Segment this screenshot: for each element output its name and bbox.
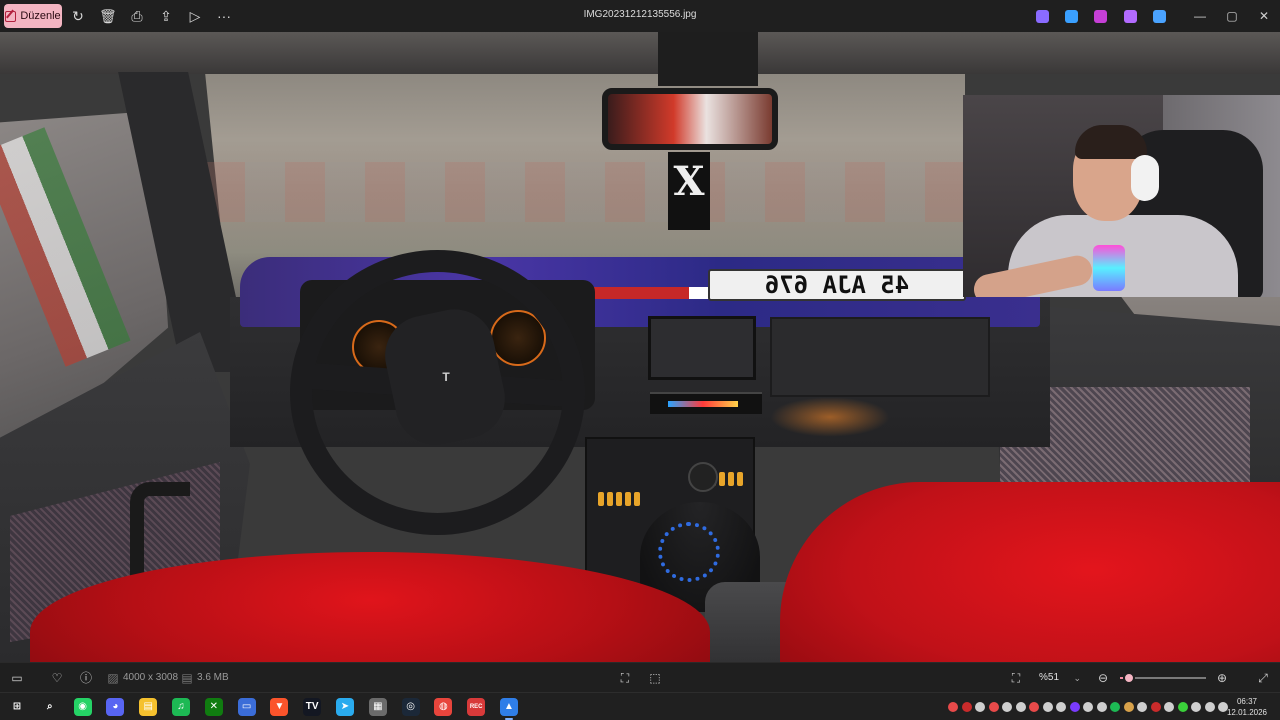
tray-icon[interactable] bbox=[975, 702, 985, 712]
steam-icon[interactable]: ◎ bbox=[401, 698, 420, 716]
print-icon[interactable]: ⎙ bbox=[129, 8, 145, 24]
glovebox bbox=[770, 317, 990, 397]
footwell-light bbox=[770, 397, 890, 437]
whatsapp-icon[interactable]: ◉ bbox=[73, 698, 92, 716]
file-size: 3.6 MB bbox=[197, 672, 229, 683]
tray-icon[interactable] bbox=[1123, 702, 1134, 712]
clock-time: 06:37 bbox=[1236, 697, 1258, 706]
paint-icon[interactable] bbox=[1124, 10, 1137, 23]
discord-icon[interactable]: ◕ bbox=[106, 698, 125, 716]
tray-icon[interactable] bbox=[1204, 702, 1215, 712]
window-title: IMG20231212135556.jpg bbox=[583, 9, 697, 20]
brave-icon[interactable]: ▼ bbox=[270, 698, 289, 716]
zoom-in-icon[interactable]: ⊕ bbox=[1215, 671, 1229, 685]
monitor-icon[interactable]: ▭ bbox=[237, 698, 256, 716]
copilot-icon[interactable] bbox=[1036, 10, 1049, 23]
photos-icon[interactable]: ▲ bbox=[500, 698, 518, 716]
select-icon[interactable]: ⬚ bbox=[648, 671, 662, 685]
tray-icon[interactable] bbox=[1137, 702, 1147, 712]
air-freshener: X bbox=[668, 152, 710, 230]
tray-icon[interactable] bbox=[1083, 702, 1093, 712]
rotate-icon[interactable]: ↻ bbox=[70, 8, 86, 24]
taskbar: ⊞ ⌕ ◉ ◕ ▤ ♫ ✕ ▭ ▼ TV ➤ ▦ ◎ ◍ REC ▲ 06:37 12.01.2026 bbox=[0, 692, 1280, 720]
roof-liner bbox=[0, 32, 1280, 74]
clipchamp-icon[interactable] bbox=[1094, 10, 1107, 23]
search-icon[interactable]: ⌕ bbox=[40, 698, 59, 716]
spotify-icon[interactable]: ♫ bbox=[172, 698, 190, 716]
tray-icon[interactable] bbox=[1042, 702, 1053, 712]
zoom-dropdown[interactable]: %51 ⌄ bbox=[1033, 668, 1087, 688]
zoom-slider-thumb[interactable] bbox=[1122, 672, 1135, 684]
gear-knob bbox=[688, 462, 718, 492]
tray-icon[interactable] bbox=[1029, 702, 1039, 712]
filmstrip-icon[interactable]: ▭ bbox=[10, 671, 24, 685]
tray-icon[interactable] bbox=[1056, 702, 1066, 712]
tray-icon[interactable] bbox=[1110, 702, 1120, 712]
chevron-down-icon: ⌄ bbox=[1073, 673, 1081, 683]
wheel-logo: T bbox=[442, 370, 450, 384]
multimedia-screen bbox=[648, 316, 756, 380]
image-dimensions: 4000 x 3008 bbox=[123, 672, 179, 683]
edit-button[interactable]: Düzenle bbox=[4, 4, 62, 28]
edit-button-label: Düzenle bbox=[20, 10, 61, 22]
clock-date: 12.01.2026 bbox=[1226, 708, 1268, 717]
tray-icon[interactable] bbox=[1191, 702, 1201, 712]
more-icon[interactable]: ··· bbox=[216, 8, 232, 24]
calculator-icon[interactable]: ▦ bbox=[368, 698, 387, 716]
tray-icon[interactable] bbox=[1002, 702, 1012, 712]
rgb-microphone bbox=[1093, 245, 1125, 291]
headset bbox=[1131, 155, 1159, 201]
mirror-mount bbox=[658, 32, 758, 86]
obs-icon[interactable]: REC bbox=[467, 698, 486, 716]
pavement bbox=[205, 162, 965, 222]
zoom-slider[interactable] bbox=[1120, 672, 1206, 684]
designer-icon[interactable] bbox=[1065, 10, 1078, 23]
delete-icon[interactable]: 🗑 bbox=[99, 8, 117, 24]
tray-icon[interactable] bbox=[988, 702, 999, 712]
license-plate: 45 AJA 676 bbox=[708, 269, 966, 301]
crop-icon[interactable]: ⛶ bbox=[618, 671, 632, 685]
share-icon[interactable]: ⇪ bbox=[158, 8, 174, 24]
chrome-icon[interactable]: ◍ bbox=[434, 698, 453, 716]
slideshow-icon[interactable]: ▷ bbox=[187, 8, 203, 24]
zoom-level: %51 bbox=[1039, 672, 1060, 683]
zoom-out-icon[interactable]: ⊖ bbox=[1096, 671, 1110, 685]
favorite-icon[interactable]: ♡ bbox=[50, 671, 64, 685]
tray-icon[interactable] bbox=[948, 702, 958, 712]
file-explorer-icon[interactable]: ▤ bbox=[139, 698, 158, 716]
close-button[interactable]: ✕ bbox=[1248, 0, 1280, 32]
fullscreen-icon[interactable]: ⤢ bbox=[1256, 671, 1270, 685]
fit-to-window-icon[interactable]: ⛶ bbox=[1009, 671, 1023, 685]
seat-right bbox=[780, 482, 1280, 662]
edit-icon bbox=[5, 10, 17, 22]
webcam-overlay bbox=[963, 95, 1280, 297]
tray-icon[interactable] bbox=[1164, 702, 1174, 712]
system-clock[interactable]: 06:37 12.01.2026 bbox=[1222, 696, 1272, 718]
radio-unit bbox=[650, 392, 762, 414]
title-bar: Düzenle ↻ 🗑 ⎙ ⇪ ▷ ··· IMG20231212135556.… bbox=[0, 0, 1280, 32]
tray-icon[interactable] bbox=[1096, 702, 1107, 712]
start-icon[interactable]: ⊞ bbox=[8, 698, 26, 716]
onedrive-icon[interactable] bbox=[1153, 10, 1166, 23]
photo-canvas[interactable]: 45 AJA 676 T X bbox=[0, 32, 1280, 662]
maximize-button[interactable]: ▢ bbox=[1216, 0, 1248, 32]
tradingview-icon[interactable]: TV bbox=[303, 698, 322, 716]
tray-icon[interactable] bbox=[1015, 702, 1026, 712]
tray-icon[interactable] bbox=[1069, 702, 1080, 712]
rearview-mirror bbox=[602, 88, 778, 150]
image-size-icon: ▨ bbox=[107, 671, 119, 685]
xbox-icon[interactable]: ✕ bbox=[204, 698, 223, 716]
webcam-person-hair bbox=[1075, 125, 1147, 159]
minimize-button[interactable]: — bbox=[1184, 0, 1216, 32]
file-size-icon: ▤ bbox=[181, 671, 193, 685]
status-bar: ▭ ♡ ⓘ ▨ 4000 x 3008 ▤ 3.6 MB ⛶ ⬚ ⛶ %51 ⌄… bbox=[0, 662, 1280, 692]
telegram-icon[interactable]: ➤ bbox=[336, 698, 354, 716]
info-icon[interactable]: ⓘ bbox=[79, 671, 93, 685]
tray-icon[interactable] bbox=[961, 702, 972, 712]
switch-panel-left bbox=[598, 492, 640, 506]
tray-icon[interactable] bbox=[1177, 702, 1188, 712]
tray-icon[interactable] bbox=[1150, 702, 1161, 712]
shift-beads bbox=[658, 522, 720, 582]
